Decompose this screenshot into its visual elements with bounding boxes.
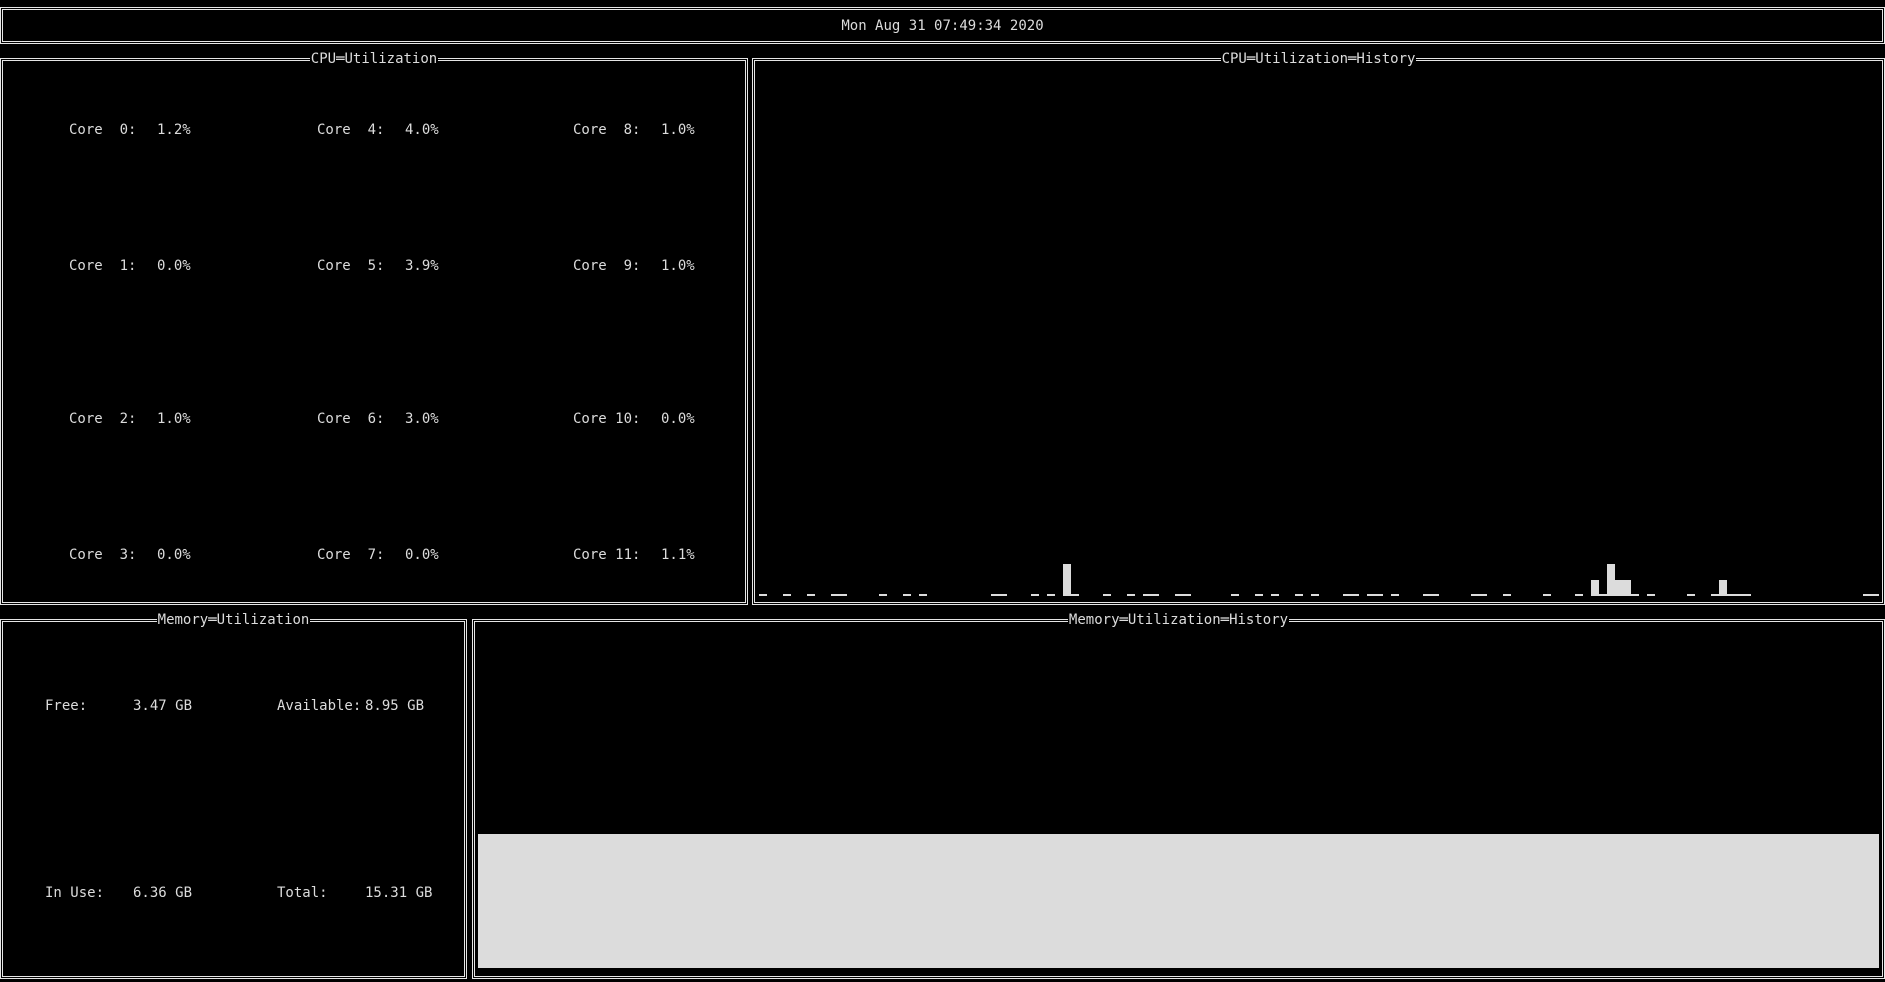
cpu-history-graph [755,61,1882,602]
cpu-history-tick [1599,594,1607,596]
cpu-history-tick [1367,594,1383,596]
cpu-history-panel: CPU═Utilization═History [752,51,1885,605]
cpu-history-tick [1071,594,1079,596]
core-0-label: Core 0: [69,122,137,138]
core-1-value: 0.0% [157,258,191,274]
core-6-label: Core 6: [317,411,385,427]
cpu-history-bar [1607,564,1615,596]
core-5-value: 3.9% [405,258,439,274]
core-11-value: 1.1% [661,547,695,563]
cpu-history-tick [831,594,847,596]
cpu-history-tick [1255,594,1263,596]
cpu-history-tick [903,594,911,596]
core-3-value: 0.0% [157,547,191,563]
cpu-history-tick [1503,594,1511,596]
core-10-value: 0.0% [661,411,695,427]
core-7-label: Core 7: [317,547,385,563]
cpu-history-tick [1575,594,1583,596]
cpu-history-tick [1127,594,1135,596]
cpu-history-bar [1591,580,1599,596]
total-value: 15.31 GB [365,885,433,901]
cpu-history-tick [1631,594,1639,596]
core-0-value: 1.2% [157,122,191,138]
cpu-history-bar [1063,564,1071,596]
cpu-history-tick [1727,594,1751,596]
cpu-history-tick [1295,594,1303,596]
free-label: Free: [45,698,88,714]
available-label: Available: [277,698,362,714]
cpu-history-tick [1175,594,1191,596]
header-panel: Mon Aug 31 07:49:34 2020 [0,7,1885,44]
cpu-history-tick [1863,594,1879,596]
cpu-history-bar [1719,580,1727,596]
cpu-history-tick [1343,594,1359,596]
cpu-history-bar [1615,580,1631,596]
cpu-history-tick [1687,594,1695,596]
core-4-label: Core 4: [317,122,385,138]
core-9-value: 1.0% [661,258,695,274]
memory-utilization-panel: Memory═Utilization Free: 3.47 GB Availab… [0,612,467,979]
cpu-history-tick [783,594,791,596]
core-10-label: Core 10: [573,411,641,427]
cpu-history-tick [1143,594,1159,596]
core-7-value: 0.0% [405,547,439,563]
core-2-label: Core 2: [69,411,137,427]
datetime-text: Mon Aug 31 07:49:34 2020 [841,18,1044,34]
core-4-value: 4.0% [405,122,439,138]
cpu-history-tick [1711,594,1719,596]
cpu-history-tick [1311,594,1319,596]
in-use-value: 6.36 GB [133,885,193,901]
cpu-history-tick [1103,594,1111,596]
cpu-history-tick [1271,594,1279,596]
cpu-history-tick [1543,594,1551,596]
cpu-history-tick [879,594,887,596]
core-8-value: 1.0% [661,122,695,138]
core-9-label: Core 9: [573,258,641,274]
cpu-history-tick [1031,594,1039,596]
cpu-history-tick [1391,594,1399,596]
core-11-label: Core 11: [573,547,641,563]
cpu-history-tick [1471,594,1487,596]
core-2-value: 1.0% [157,411,191,427]
cpu-history-tick [807,594,815,596]
cpu-utilization-title: CPU═Utilization [309,51,439,67]
in-use-label: In Use: [45,885,105,901]
core-5-label: Core 5: [317,258,385,274]
cpu-history-tick [1647,594,1655,596]
memory-utilization-title: Memory═Utilization [156,612,311,628]
available-value: 8.95 GB [365,698,425,714]
cpu-history-tick [1231,594,1239,596]
memory-history-title: Memory═Utilization═History [1067,612,1290,628]
cpu-history-tick [991,594,1007,596]
core-6-value: 3.0% [405,411,439,427]
memory-history-panel: Memory═Utilization═History [472,612,1885,979]
memory-history-fill [478,834,1879,968]
core-3-label: Core 3: [69,547,137,563]
cpu-history-tick [1423,594,1439,596]
cpu-history-tick [919,594,927,596]
free-value: 3.47 GB [133,698,193,714]
core-1-label: Core 1: [69,258,137,274]
cpu-history-tick [759,594,767,596]
cpu-history-tick [1047,594,1055,596]
total-label: Total: [277,885,328,901]
core-8-label: Core 8: [573,122,641,138]
cpu-utilization-panel: CPU═Utilization Core 0: 1.2% Core 1: 0.0… [0,51,748,605]
